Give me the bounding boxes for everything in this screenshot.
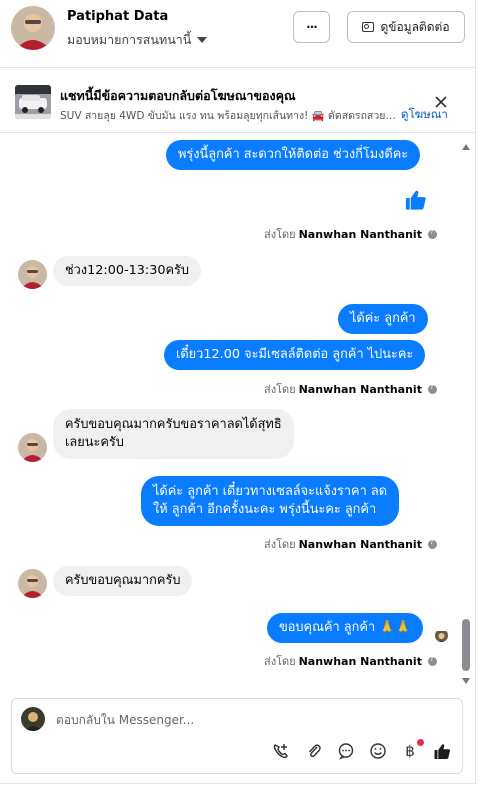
- sender-name: Nanwhan Nanthanit: [298, 382, 422, 396]
- inbox-conversation-panel: Patiphat Data มอบหมายการสนทนานี้ ··· ดูข…: [0, 0, 476, 784]
- outgoing-message[interactable]: พรุ่งนี้ลูกค้า สะดวกให้ติดต่อ ช่วงกี่โมง…: [166, 140, 421, 170]
- reply-input[interactable]: [56, 709, 436, 731]
- add-call-icon[interactable]: [271, 741, 291, 761]
- customer-avatar[interactable]: [11, 6, 55, 50]
- view-contact-label: ดูข้อมูลติดต่อ: [380, 19, 450, 34]
- message-thread[interactable]: พรุ่งนี้ลูกค้า สะดวกให้ติดต่อ ช่วงกี่โมง…: [0, 134, 476, 688]
- sent-by-label: ส่งโดย Nanwhan Nanthanit: [264, 535, 437, 553]
- info-icon[interactable]: [427, 655, 437, 666]
- ad-description: SUV สายลุย 4WD ขับมัน แรง ทน พร้อมลุยทุก…: [60, 110, 396, 122]
- page-avatar: [21, 707, 45, 731]
- outgoing-message[interactable]: ได้ค่ะ ลูกค้า เดี๋ยวทางเซลล์จะแจ้งราคา ล…: [141, 476, 400, 526]
- conversation-header: Patiphat Data มอบหมายการสนทนานี้ ··· ดูข…: [0, 0, 476, 68]
- contact-card-icon: [362, 22, 375, 32]
- ad-thumbnail: [15, 85, 51, 119]
- message-text-line: เลยนะครับ: [65, 435, 124, 450]
- message-text: ขอบคุณค้า ลูกค้า 🙏🙏: [279, 620, 412, 635]
- customer-avatar-small: [18, 433, 47, 462]
- customer-name[interactable]: Patiphat Data: [67, 9, 168, 24]
- thread-scrollbar[interactable]: [460, 141, 472, 687]
- like-sticker[interactable]: [404, 189, 427, 215]
- caret-down-icon: [197, 37, 208, 43]
- info-icon[interactable]: [427, 538, 437, 549]
- incoming-message[interactable]: ครับขอบคุณมากครับขอราคาลดได้สุทธิ เลยนะค…: [53, 409, 294, 459]
- scrollbar-thumb[interactable]: [462, 619, 470, 671]
- ad-banner-title: แชทนี้มีข้อความตอบกลับต่อโฆษณาของคุณ: [60, 88, 296, 103]
- customer-avatar-small: [18, 569, 47, 598]
- message-text: พรุ่งนี้ลูกค้า สะดวกให้ติดต่อ ช่วงกี่โมง…: [178, 147, 409, 162]
- info-icon[interactable]: [427, 228, 437, 239]
- incoming-message[interactable]: ช่วง12:00-13:30ครับ: [53, 256, 202, 286]
- paperclip-icon[interactable]: [304, 741, 324, 761]
- message-text-line: ครับขอบคุณมากครับขอราคาลดได้สุทธิ: [65, 417, 282, 432]
- customer-avatar-small: [18, 260, 47, 289]
- outgoing-message[interactable]: ได้ค่ะ ลูกค้า: [338, 304, 428, 334]
- assign-label: มอบหมายการสนทนานี้: [67, 32, 192, 47]
- chat-bubble-icon[interactable]: [336, 741, 356, 761]
- thumbs-up-icon: [405, 190, 426, 210]
- outgoing-message[interactable]: ขอบคุณค้า ลูกค้า 🙏🙏: [267, 613, 424, 643]
- sender-name: Nanwhan Nanthanit: [298, 654, 422, 668]
- like-icon[interactable]: [432, 741, 452, 761]
- more-dots-icon: ···: [306, 20, 318, 34]
- message-composer: ฿: [11, 698, 463, 774]
- close-icon[interactable]: [434, 94, 448, 113]
- assign-conversation-dropdown[interactable]: มอบหมายการสนทนานี้: [67, 30, 208, 50]
- message-text: ช่วง12:00-13:30ครับ: [65, 263, 190, 278]
- outgoing-message[interactable]: เดี๋ยว12.00 จะมีเซลล์ติดต่อ ลูกค้า ไปนะค…: [164, 340, 426, 370]
- scroll-up-arrow-icon[interactable]: [462, 144, 470, 150]
- incoming-message[interactable]: ครับขอบคุณมากครับ: [53, 566, 193, 596]
- sent-by-label: ส่งโดย Nanwhan Nanthanit: [264, 225, 437, 243]
- sent-by-label: ส่งโดย Nanwhan Nanthanit: [264, 652, 437, 670]
- sent-by-label: ส่งโดย Nanwhan Nanthanit: [264, 380, 437, 398]
- info-icon[interactable]: [427, 383, 437, 394]
- message-text: เดี๋ยว12.00 จะมีเซลล์ติดต่อ ลูกค้า ไปนะค…: [176, 347, 414, 362]
- message-text: ครับขอบคุณมากครับ: [65, 573, 181, 588]
- view-contact-button[interactable]: ดูข้อมูลติดต่อ: [347, 11, 465, 43]
- seen-avatar: [435, 629, 448, 642]
- notification-dot: [417, 739, 424, 746]
- scroll-down-arrow-icon[interactable]: [462, 678, 470, 684]
- sender-name: Nanwhan Nanthanit: [298, 537, 422, 551]
- ad-reply-banner: แชทนี้มีข้อความตอบกลับต่อโฆษณาของคุณ SUV…: [0, 69, 476, 133]
- emoji-icon[interactable]: [368, 741, 388, 761]
- more-options-button[interactable]: ···: [293, 11, 330, 43]
- message-text-line: ให้ ลูกค้า อีกครั้งนะคะ พรุ่งนี้นะคะ ลูก…: [153, 502, 377, 517]
- message-text-line: ได้ค่ะ ลูกค้า เดี๋ยวทางเซลล์จะแจ้งราคา ล…: [153, 484, 388, 499]
- message-text: ได้ค่ะ ลูกค้า: [350, 311, 416, 326]
- sender-name: Nanwhan Nanthanit: [298, 227, 422, 241]
